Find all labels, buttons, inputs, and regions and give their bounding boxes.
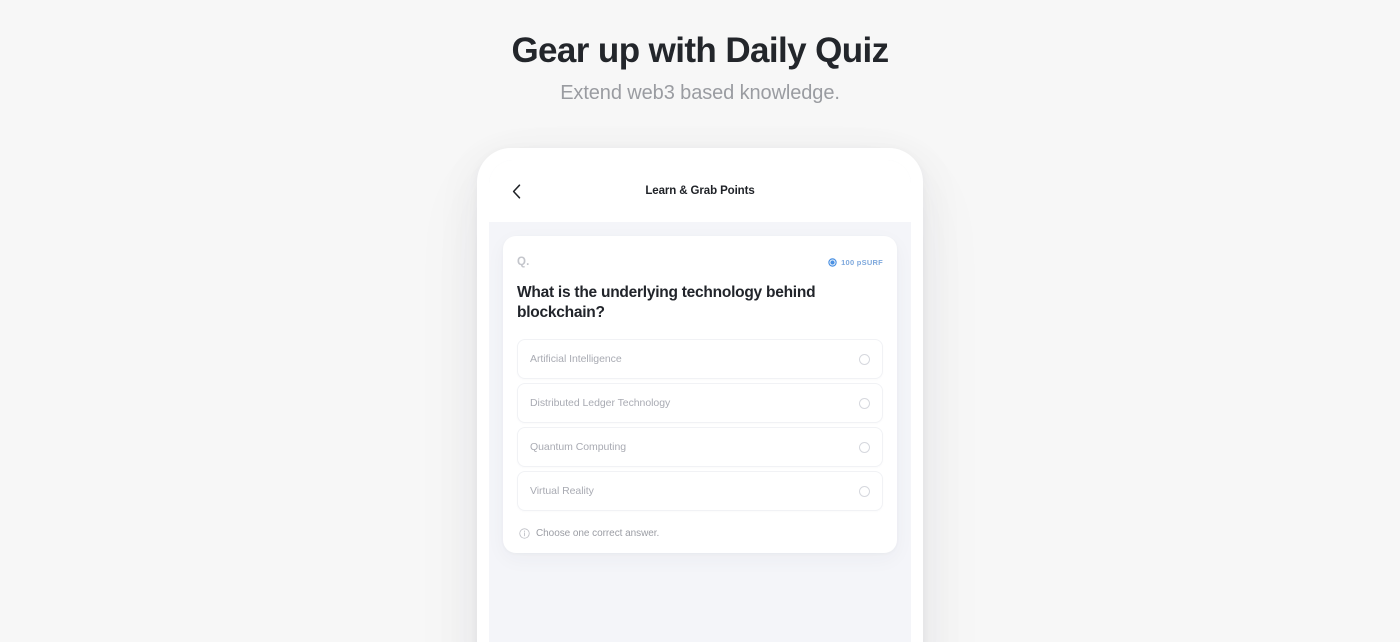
back-button[interactable] [503, 178, 529, 204]
answer-option-4[interactable]: Virtual Reality [517, 471, 883, 512]
screen-content: Q. 100 pSURF What is the underlying tech… [489, 222, 911, 642]
chevron-left-icon [512, 183, 520, 199]
quiz-card-header: Q. 100 pSURF [517, 254, 883, 270]
app-bar-title: Learn & Grab Points [645, 185, 755, 197]
question-text: What is the underlying technology behind… [517, 284, 816, 322]
answer-option-label: Distributed Ledger Technology [530, 397, 671, 410]
answer-option-label: Virtual Reality [530, 485, 594, 498]
answer-option-3[interactable]: Quantum Computing [517, 427, 883, 468]
coin-icon [828, 257, 837, 267]
hint-text: Choose one correct answer. [536, 528, 660, 540]
radio-button-icon[interactable] [859, 485, 870, 497]
phone-screen: Learn & Grab Points Q. 100 pSURF What is… [489, 160, 911, 642]
quiz-card: Q. 100 pSURF What is the underlying tech… [503, 236, 897, 554]
hint-row: Choose one correct answer. [517, 528, 883, 539]
radio-button-icon[interactable] [859, 441, 870, 453]
phone-mockup-frame: Learn & Grab Points Q. 100 pSURF What is… [477, 148, 923, 642]
answer-option-label: Quantum Computing [530, 441, 627, 454]
points-badge-label: 100 pSURF [841, 257, 883, 267]
app-bar: Learn & Grab Points [489, 160, 911, 222]
radio-button-icon[interactable] [859, 397, 870, 409]
hero-heading-block: Gear up with Daily Quiz Extend web3 base… [0, 30, 1400, 106]
points-badge: 100 pSURF [828, 258, 883, 267]
question-number-label: Q. [517, 256, 530, 268]
answer-options-list: Artificial Intelligence Distributed Ledg… [517, 339, 883, 512]
page-subtitle: Extend web3 based knowledge. [560, 82, 840, 105]
answer-option-1[interactable]: Artificial Intelligence [517, 339, 883, 380]
radio-button-icon[interactable] [859, 353, 870, 365]
info-circle-icon [519, 528, 530, 539]
page-title: Gear up with Daily Quiz [511, 31, 889, 70]
answer-option-2[interactable]: Distributed Ledger Technology [517, 383, 883, 424]
page-root: Gear up with Daily Quiz Extend web3 base… [0, 0, 1400, 642]
answer-option-label: Artificial Intelligence [530, 353, 622, 366]
